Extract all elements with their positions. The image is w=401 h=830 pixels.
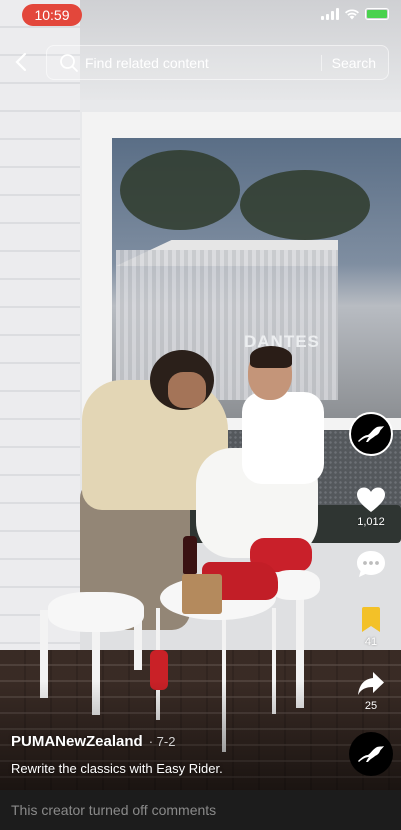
post-caption: Rewrite the classics with Easy Rider. <box>11 761 223 776</box>
share-arrow-icon <box>358 672 384 695</box>
search-bar[interactable]: Find related content Search <box>46 45 389 80</box>
chevron-left-icon <box>15 52 27 72</box>
status-icons <box>321 8 389 20</box>
search-button[interactable]: Search <box>332 55 376 71</box>
post-date: · 7-2 <box>148 734 176 749</box>
comment-button[interactable] <box>341 549 401 579</box>
stool-left <box>48 592 144 632</box>
comments-disabled-text: This creator turned off comments <box>11 802 217 818</box>
like-button[interactable]: 1,012 <box>341 486 401 528</box>
music-disc-button[interactable] <box>341 732 401 776</box>
woman-hair <box>250 346 292 368</box>
creator-info: PUMANewZealand · 7-2 <box>11 733 175 750</box>
woman-top <box>242 392 324 484</box>
creator-name[interactable]: PUMANewZealand <box>11 733 143 750</box>
search-icon <box>60 53 78 72</box>
music-disc <box>349 732 393 776</box>
brick-wall <box>0 0 80 665</box>
bookmark-icon <box>362 607 380 632</box>
avatar <box>349 412 393 456</box>
back-button[interactable] <box>10 50 32 74</box>
comment-bubble-icon <box>357 551 385 577</box>
puma-logo-icon <box>358 746 384 762</box>
like-count: 1,012 <box>357 516 385 528</box>
creator-avatar-button[interactable] <box>341 412 401 456</box>
tree-reflection <box>240 170 370 240</box>
share-button[interactable]: 25 <box>341 670 401 712</box>
man-face <box>168 372 206 408</box>
video-feed-screen: DANTES 10:59 Find related content Search… <box>0 0 401 830</box>
shoebox <box>182 574 222 614</box>
signal-icon <box>321 8 339 20</box>
wifi-icon <box>345 9 359 20</box>
puma-logo-icon <box>358 426 384 442</box>
bottle <box>183 536 197 574</box>
share-count: 25 <box>364 700 378 712</box>
favorite-count: 41 <box>364 636 378 648</box>
search-divider <box>320 54 322 71</box>
heart-icon <box>357 487 385 512</box>
tree-reflection <box>120 150 240 230</box>
search-placeholder[interactable]: Find related content <box>85 55 321 71</box>
battery-charging-icon <box>365 8 389 20</box>
status-time: 10:59 <box>22 4 82 26</box>
comments-disabled-bar: This creator turned off comments <box>0 790 401 830</box>
favorite-button[interactable]: 41 <box>341 606 401 648</box>
